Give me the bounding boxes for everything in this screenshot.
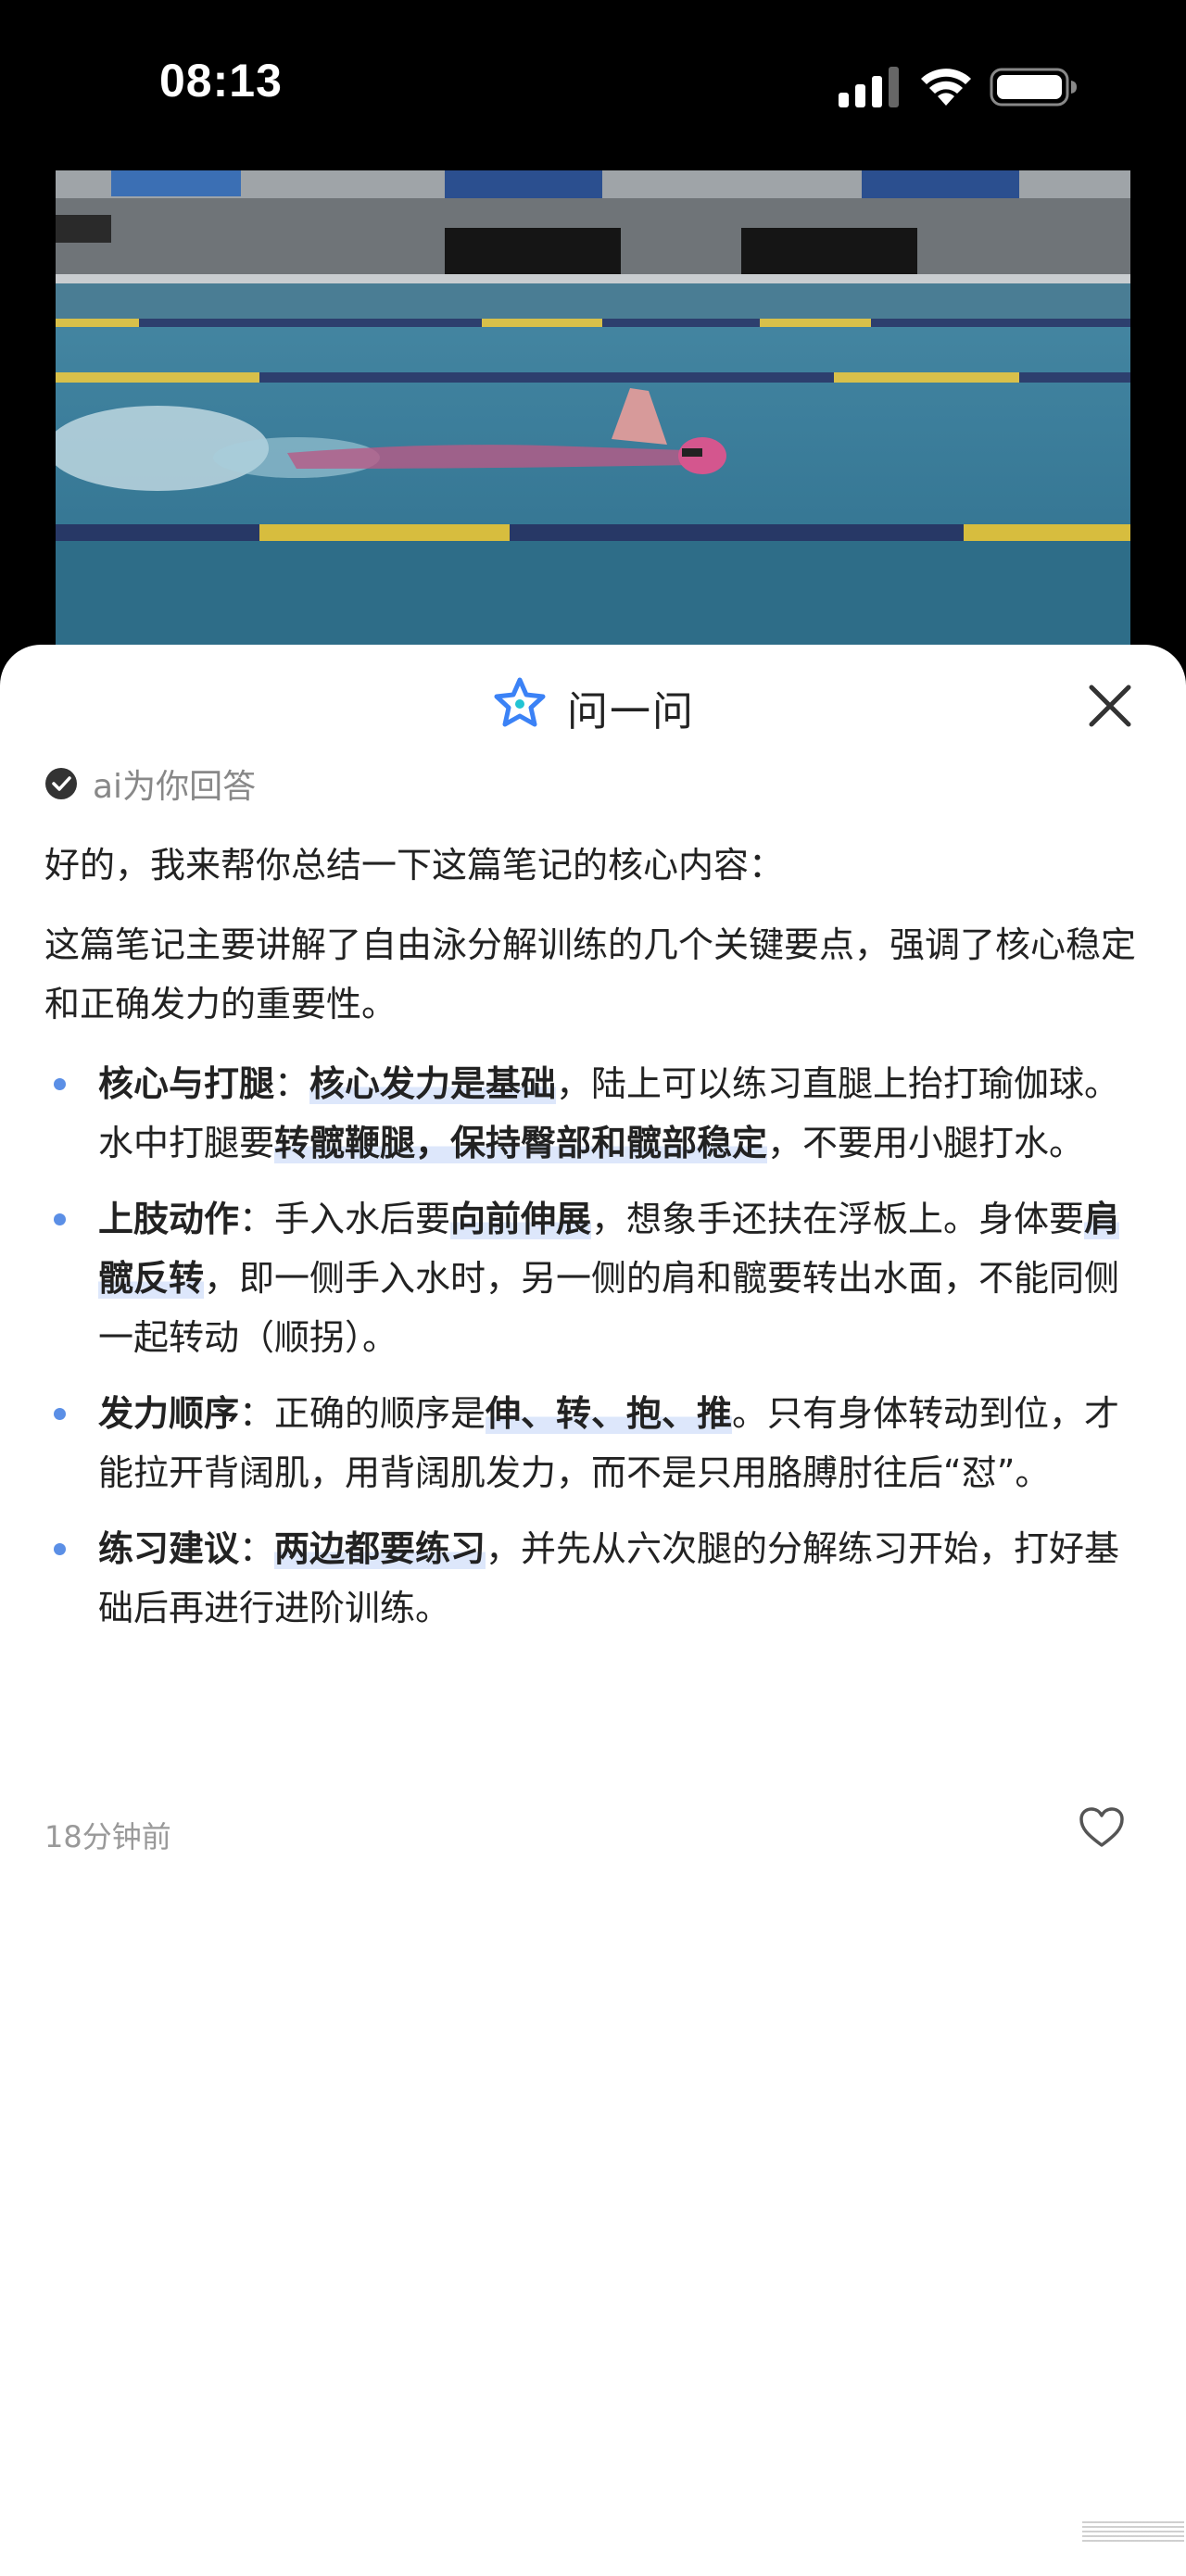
point-text: ，不要用小腿打水。: [767, 1123, 1085, 1163]
point-title: 发力顺序: [98, 1393, 240, 1434]
cellular-signal-icon: [839, 67, 899, 107]
point-highlight: 转髋鞭腿，保持臀部和髋部稳定: [274, 1123, 768, 1163]
bullet-dot-icon: [54, 1408, 66, 1420]
battery-icon: [990, 68, 1077, 107]
lane-rope-3: [56, 524, 1130, 541]
check-circle-icon: [45, 768, 77, 799]
swimming-pool-scene: [56, 170, 1130, 652]
key-point-power-order: 发力顺序：正确的顺序是伸、转、抱、推。只有身体转动到位，才能拉开背阔肌，用背阔肌…: [44, 1384, 1147, 1502]
ai-label-text: ai为你回答: [93, 768, 257, 806]
lane-rope-2: [56, 372, 1130, 383]
swimming-video[interactable]: [56, 170, 1130, 652]
ask-sheet: 问一问 ai为你回答 好的，我来帮你总结一下这篇笔记的核心内容： 这篇笔记主要讲…: [0, 645, 1186, 2576]
heart-icon[interactable]: [1079, 1806, 1125, 1849]
wifi-icon: [921, 69, 971, 106]
answer-intro: 好的，我来帮你总结一下这篇笔记的核心内容：: [44, 845, 785, 886]
close-icon[interactable]: [1086, 682, 1134, 730]
point-highlight: 核心发力是基础: [309, 1063, 557, 1104]
key-point-practice-tips: 练习建议：两边都要练习，并先从六次腿的分解练习开始，打好基础后再进行进阶训练。: [44, 1519, 1147, 1638]
bullet-dot-icon: [54, 1078, 66, 1090]
lane-rope-1: [56, 319, 1130, 327]
answer-content: 好的，我来帮你总结一下这篇笔记的核心内容： 这篇笔记主要讲解了自由泳分解训练的几…: [44, 836, 1147, 1654]
point-title: 上肢动作: [98, 1199, 240, 1239]
point-title: 练习建议: [98, 1528, 240, 1569]
sheet-header: 问一问: [0, 645, 1186, 756]
point-title: 核心与打腿: [98, 1063, 275, 1104]
answer-timestamp: 18分钟前: [44, 1819, 171, 1854]
point-text: ：: [239, 1528, 275, 1569]
key-points-list: 核心与打腿：核心发力是基础，陆上可以练习直腿上抬打瑜伽球。水中打腿要转髋鞭腿，保…: [44, 1054, 1147, 1638]
bullet-dot-icon: [54, 1543, 66, 1555]
point-text: ，想象手还扶在浮板上。身体要: [591, 1199, 1085, 1239]
answer-summary: 这篇笔记主要讲解了自由泳分解训练的几个关键要点，强调了核心稳定和正确发力的重要性…: [44, 924, 1137, 1024]
key-point-arm-motion: 上肢动作：手入水后要向前伸展，想象手还扶在浮板上。身体要肩髋反转，即一侧手入水时…: [44, 1189, 1147, 1367]
status-bar: 08:13: [0, 0, 1186, 167]
home-indicator: [1082, 2521, 1184, 2544]
point-text: ，即一侧手入水时，另一侧的肩和髋要转出水面，不能同侧一起转动（顺拐）。: [98, 1258, 1120, 1358]
point-highlight: 两边都要练习: [274, 1528, 486, 1569]
point-text: ：: [274, 1063, 310, 1104]
point-text: ：正确的顺序是: [239, 1393, 486, 1434]
point-highlight: 伸、转、抱、推: [486, 1393, 733, 1434]
bullet-dot-icon: [54, 1213, 66, 1225]
status-time: 08:13: [159, 55, 283, 107]
point-highlight: 向前伸展: [450, 1199, 592, 1239]
ai-answer-label: ai为你回答: [44, 763, 256, 806]
sheet-title: 问一问: [567, 688, 695, 735]
key-point-core-kick: 核心与打腿：核心发力是基础，陆上可以练习直腿上抬打瑜伽球。水中打腿要转髋鞭腿，保…: [44, 1054, 1147, 1173]
ask-star-icon: [494, 677, 546, 727]
point-text: ：手入水后要: [239, 1199, 451, 1239]
